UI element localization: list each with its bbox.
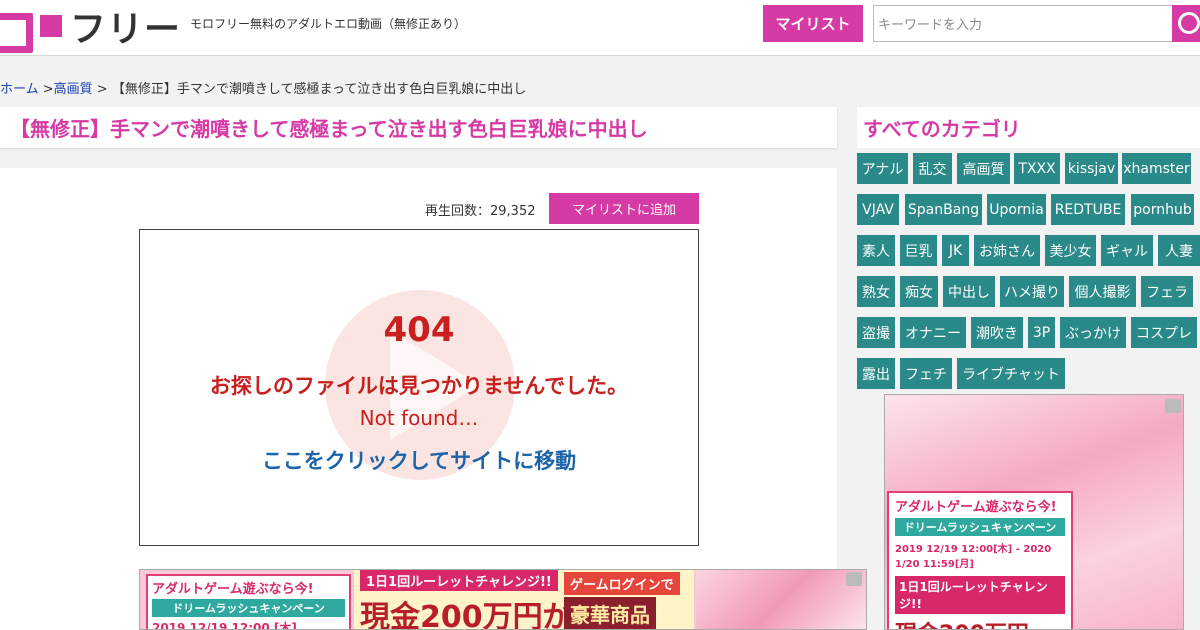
- ad-goods: 豪華商品: [564, 597, 656, 629]
- breadcrumb: ホーム >高画質 > 【無修正】手マンで潮噴きして感極まって泣き出す色白巨乳娘に…: [0, 78, 526, 97]
- category-heading: すべてのカテゴリ: [863, 117, 1021, 141]
- tag-pov[interactable]: ハメ撮り: [1000, 276, 1064, 307]
- tag-orgy[interactable]: 乱交: [913, 153, 952, 184]
- logo-mark: [0, 9, 62, 53]
- tag-cosplay[interactable]: コスプレ: [1131, 317, 1197, 348]
- tag-exposure[interactable]: 露出: [857, 358, 895, 389]
- tag-bukkake[interactable]: ぶっかけ: [1060, 317, 1126, 348]
- tag-live-chat[interactable]: ライブチャット: [957, 358, 1065, 389]
- breadcrumb-home[interactable]: ホーム: [0, 82, 39, 97]
- ad-roulette: 1日1回ルーレットチャレンジ!!: [360, 570, 558, 591]
- ad-campaign-name: ドリームラッシュキャンペーン: [152, 599, 345, 617]
- tag-big-breasts[interactable]: 巨乳: [900, 235, 937, 266]
- ad-campaign-box: アダルトゲーム遊ぶなら今! ドリームラッシュキャンペーン 2019 12/19 …: [887, 491, 1073, 629]
- tag-vjav[interactable]: VJAV: [857, 194, 899, 225]
- site-header: フリー モロフリー無料のアダルトエロ動画（無修正あり） マイリスト キーワードを…: [0, 0, 1200, 56]
- tag-fetish[interactable]: フェチ: [900, 358, 952, 389]
- breadcrumb-separator: >: [38, 82, 54, 97]
- ad-banner-bottom[interactable]: アダルトゲーム遊ぶなら今! ドリームラッシュキャンペーン 2019 12/19 …: [139, 569, 867, 630]
- tag-hd[interactable]: 高画質: [957, 153, 1010, 184]
- video-title-bar: 【無修正】手マンで潮噴きして感極まって泣き出す色白巨乳娘に中出し: [0, 107, 837, 148]
- ad-headline: アダルトゲーム遊ぶなら今!: [152, 582, 314, 597]
- category-heading-bar: すべてのカテゴリ: [857, 107, 1200, 148]
- ad-character-image: [696, 570, 866, 629]
- ad-roulette: 1日1回ルーレットチャレンジ!!: [895, 576, 1065, 614]
- ad-banner-side[interactable]: アダルトゲーム遊ぶなら今! ドリームラッシュキャンペーン 2019 12/19 …: [884, 394, 1184, 630]
- tag-3p[interactable]: 3P: [1028, 317, 1055, 348]
- play-count: 再生回数：29,352: [425, 204, 536, 219]
- add-to-mylist-button[interactable]: マイリストに追加: [549, 193, 699, 224]
- search-icon: [1178, 12, 1200, 34]
- breadcrumb-category[interactable]: 高画質: [54, 82, 93, 97]
- tag-txxx[interactable]: TXXX: [1014, 153, 1060, 184]
- tag-xhamster[interactable]: xhamster: [1122, 153, 1191, 184]
- tag-upornia[interactable]: Upornia: [987, 194, 1046, 225]
- tag-personal[interactable]: 個人撮影: [1069, 276, 1136, 307]
- tag-kissjav[interactable]: kissjav: [1065, 153, 1118, 184]
- page-title: 【無修正】手マンで潮噴きして感極まって泣き出す色白巨乳娘に中出し: [10, 117, 648, 141]
- ad-campaign-name: ドリームラッシュキャンペーン: [895, 518, 1065, 536]
- ad-prize-box: 1日1回ルーレットチャレンジ!! 現金200万円が ゲームログインで 豪華商品: [354, 570, 694, 630]
- search-button[interactable]: [1172, 5, 1200, 42]
- ad-date: 2019 12/19 12:00 [木]: [152, 621, 297, 630]
- ad-period: 2019 12/19 12:00[木] - 2020 1/20 11:59[月]: [895, 544, 1052, 570]
- tag-oneesan[interactable]: お姉さん: [974, 235, 1040, 266]
- tag-pornhub[interactable]: pornhub: [1131, 194, 1194, 225]
- error-code: 404: [383, 310, 455, 350]
- ad-prize: 現金200万円が: [360, 600, 573, 630]
- mylist-button[interactable]: マイリスト: [763, 5, 863, 42]
- ad-login: ゲームログインで: [564, 572, 680, 595]
- tag-bishoujo[interactable]: 美少女: [1045, 235, 1096, 266]
- tag-jk[interactable]: JK: [942, 235, 969, 266]
- tag-creampie[interactable]: 中出し: [943, 276, 995, 307]
- site-tagline: モロフリー無料のアダルトエロ動画（無修正あり）: [190, 17, 467, 31]
- ad-headline: アダルトゲーム遊ぶなら今!: [895, 500, 1057, 515]
- tag-redtube[interactable]: REDTUBE: [1051, 194, 1125, 225]
- tag-wife[interactable]: 人妻: [1158, 235, 1200, 266]
- tag-squirt[interactable]: 潮吹き: [971, 317, 1023, 348]
- tag-fellatio[interactable]: フェラ: [1141, 276, 1193, 307]
- tag-mature[interactable]: 熟女: [857, 276, 895, 307]
- breadcrumb-separator: >: [92, 82, 112, 97]
- tag-slut[interactable]: 痴女: [900, 276, 938, 307]
- site-logo[interactable]: フリー: [0, 6, 181, 53]
- not-found-text: Not found…: [359, 406, 479, 430]
- ad-prize: 現金200万円: [889, 616, 1071, 629]
- site-redirect-link[interactable]: ここをクリックしてサイトに移動: [140, 445, 698, 475]
- ad-info-icon[interactable]: [846, 572, 862, 586]
- tag-anal[interactable]: アナル: [857, 153, 908, 184]
- tag-amateur[interactable]: 素人: [857, 235, 895, 266]
- ad-campaign-box: アダルトゲーム遊ぶなら今! ドリームラッシュキャンペーン 2019 12/19 …: [146, 574, 351, 630]
- breadcrumb-current: 【無修正】手マンで潮噴きして感極まって泣き出す色白巨乳娘に中出し: [111, 82, 527, 97]
- tag-gal[interactable]: ギャル: [1101, 235, 1153, 266]
- search-input[interactable]: キーワードを入力: [873, 5, 1173, 42]
- tag-spanbang[interactable]: SpanBang: [905, 194, 982, 225]
- video-player[interactable]: 404 お探しのファイルは見つかりませんでした。 Not found… ここをク…: [139, 229, 699, 546]
- logo-text: フリー: [70, 9, 182, 50]
- tag-voyeur[interactable]: 盗撮: [857, 317, 895, 348]
- ad-info-icon[interactable]: [1165, 399, 1181, 413]
- tag-masturbation[interactable]: オナニー: [900, 317, 966, 348]
- error-message: お探しのファイルは見つかりませんでした。: [209, 374, 629, 398]
